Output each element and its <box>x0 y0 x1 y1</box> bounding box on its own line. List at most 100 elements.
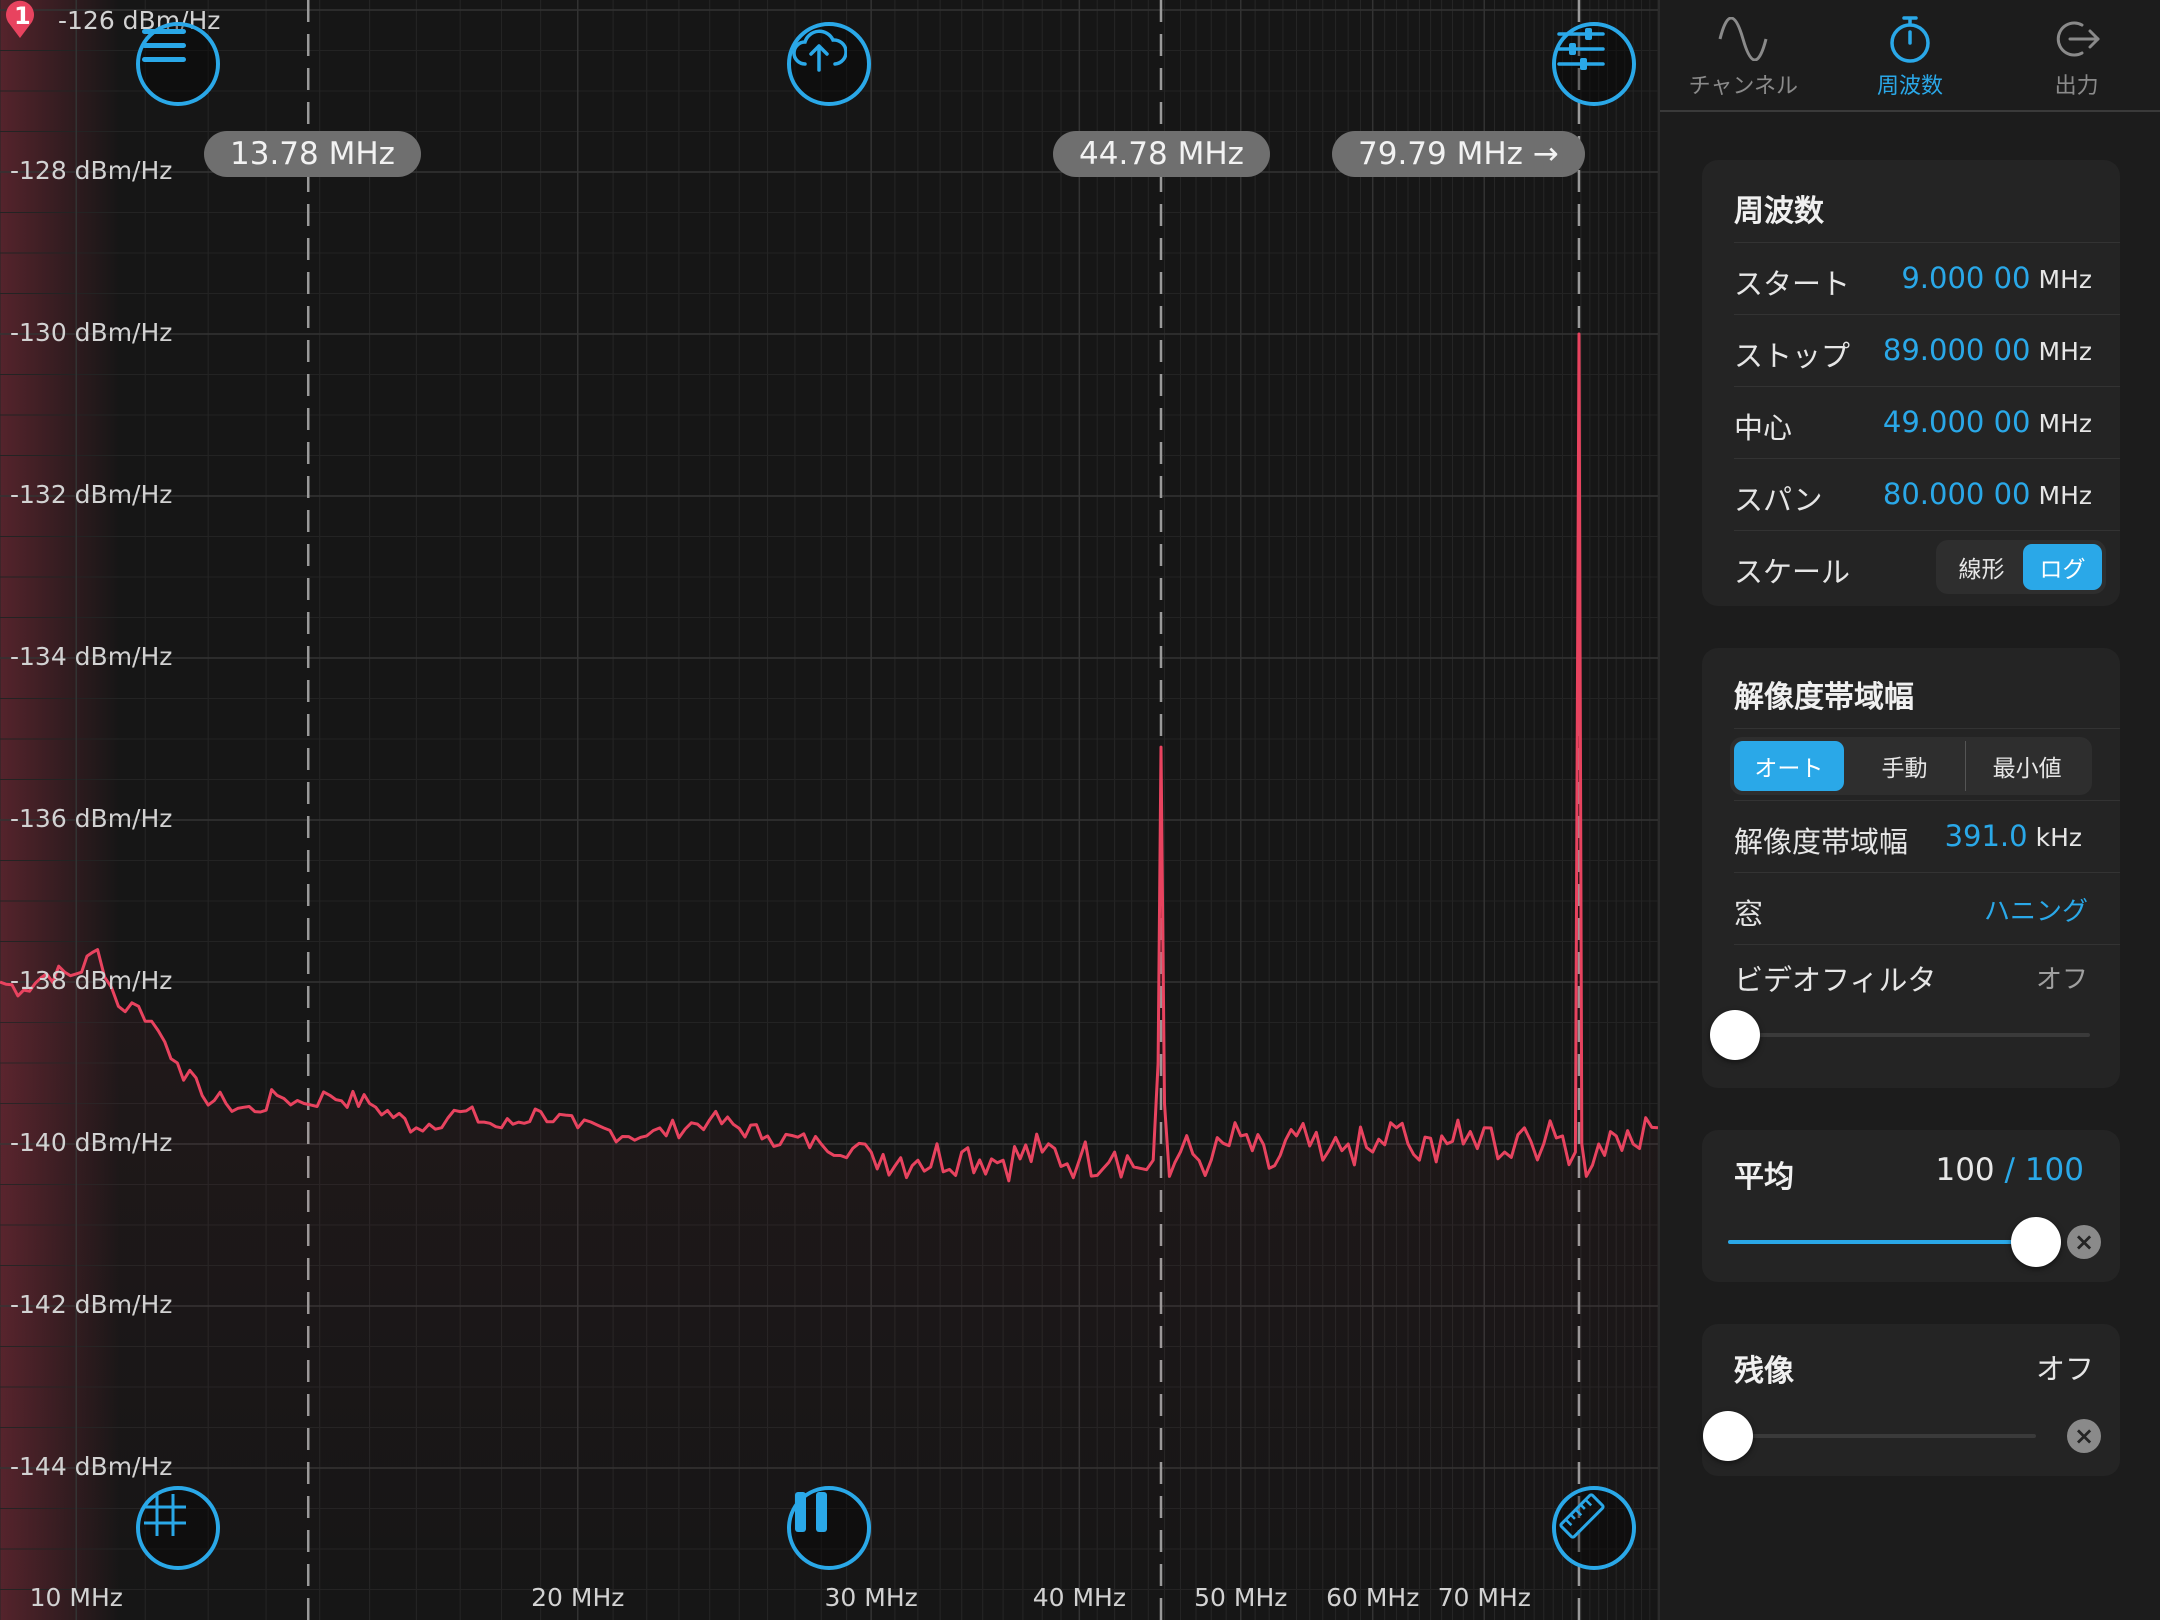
rbw-mode-row: オート 手動 最小値 <box>1730 728 2120 801</box>
average-slider-fill <box>1728 1240 2036 1244</box>
window-value[interactable]: ハニング <box>1984 891 2088 928</box>
video-filter-label: ビデオフィルタ <box>1734 963 1937 997</box>
frequency-card: 周波数 スタート 9.000 00 MHz ストップ 89.000 00 MHz 中… <box>1702 160 2120 606</box>
scale-linear-option[interactable]: 線形 <box>1940 544 2023 590</box>
x-tick-label: 30 MHz <box>824 1583 918 1612</box>
video-filter-row: ビデオフィルタ オフ <box>1710 944 2120 1085</box>
average-count: 100 / 100 <box>1935 1152 2084 1188</box>
average-max[interactable]: 100 <box>2025 1152 2084 1188</box>
start-row[interactable]: スタート 9.000 00 MHz <box>1734 242 2120 315</box>
average-reset-button[interactable]: × <box>2067 1225 2101 1259</box>
y-tick-label: -130 dBm/Hz <box>10 318 173 347</box>
center-value[interactable]: 49.000 00 <box>1883 405 2031 439</box>
y-tick-label: -142 dBm/Hz <box>10 1290 173 1319</box>
rbw-unit: kHz <box>2035 823 2082 852</box>
x-tick-label: 20 MHz <box>531 1583 625 1612</box>
average-title: 平均 <box>1734 1160 1794 1195</box>
menu-button[interactable] <box>136 22 220 106</box>
ruler-button[interactable] <box>1552 1486 1636 1570</box>
span-value[interactable]: 80.000 00 <box>1883 477 2031 511</box>
x-tick-label: 60 MHz <box>1326 1583 1420 1612</box>
y-tick-label: -144 dBm/Hz <box>10 1452 173 1481</box>
rbw-mode-auto-option[interactable]: オート <box>1734 741 1844 791</box>
start-value[interactable]: 9.000 00 <box>1901 261 2030 295</box>
center-label: 中心 <box>1734 411 1793 445</box>
panel-tabs: チャンネル 周波数 出力 <box>1660 0 2160 112</box>
menu-icon <box>142 29 186 62</box>
tab-output-label: 出力 <box>2054 74 2099 99</box>
x-tick-label: 40 MHz <box>1032 1583 1126 1612</box>
pause-icon <box>795 1492 827 1532</box>
marker-1-label[interactable]: 13.78 MHz <box>204 131 421 177</box>
stop-value[interactable]: 89.000 00 <box>1883 333 2031 367</box>
x-tick-label: 70 MHz <box>1437 1583 1531 1612</box>
persistence-title: 残像 <box>1734 1354 1794 1389</box>
rbw-label: 解像度帯域幅 <box>1734 825 1909 859</box>
sliders-icon <box>1557 28 1605 70</box>
close-icon: × <box>2073 1422 2095 1450</box>
frequency-card-title: 周波数 <box>1734 194 1824 229</box>
rbw-mode-min-option[interactable]: 最小値 <box>1965 741 2088 791</box>
spectrum-chart <box>0 0 1658 1620</box>
tab-frequency-label: 周波数 <box>1877 74 1944 99</box>
center-row[interactable]: 中心 49.000 00 MHz <box>1734 386 2120 459</box>
settings-button[interactable] <box>1552 22 1636 106</box>
y-tick-label: -134 dBm/Hz <box>10 642 173 671</box>
stop-row[interactable]: ストップ 89.000 00 MHz <box>1734 314 2120 387</box>
tab-output[interactable]: 出力 <box>1993 0 2160 110</box>
marker-badge-number: 1 <box>14 2 31 30</box>
rbw-card: 解像度帯域幅 オート 手動 最小値 解像度帯域幅 391.0 kHz 窓 ハニング… <box>1702 648 2120 1088</box>
persistence-value: オフ <box>2035 1352 2094 1386</box>
window-row[interactable]: 窓 ハニング <box>1734 872 2120 945</box>
video-filter-slider-thumb[interactable] <box>1710 1010 1760 1060</box>
window-label: 窓 <box>1734 897 1764 931</box>
span-label: スパン <box>1734 483 1823 517</box>
video-filter-value: オフ <box>2035 965 2088 995</box>
video-filter-slider-track[interactable] <box>1734 1033 2090 1037</box>
average-slider-track[interactable] <box>1728 1240 2036 1244</box>
trace-area <box>0 334 1658 1620</box>
cloud-upload-icon <box>792 29 847 72</box>
upload-button[interactable] <box>787 22 871 106</box>
scale-log-option[interactable]: ログ <box>2023 544 2102 590</box>
persistence-card: 残像 オフ × <box>1702 1324 2120 1476</box>
export-icon <box>2056 21 2100 57</box>
marker-3-label[interactable]: 79.79 MHz → <box>1332 131 1585 177</box>
rbw-value[interactable]: 391.0 <box>1945 819 2028 853</box>
y-tick-label: -128 dBm/Hz <box>10 156 173 185</box>
stopwatch-icon <box>1890 16 1930 63</box>
scale-label: スケール <box>1734 555 1851 589</box>
tab-channel-label: チャンネル <box>1688 74 1798 99</box>
stop-unit: MHz <box>2038 337 2093 366</box>
rbw-mode-segmented-control: オート 手動 最小値 <box>1730 737 2092 795</box>
x-tick-label: 10 MHz <box>29 1583 123 1612</box>
average-slider-thumb[interactable] <box>2011 1217 2061 1267</box>
persistence-slider-thumb[interactable] <box>1703 1411 1753 1461</box>
persistence-reset-button[interactable]: × <box>2067 1419 2101 1453</box>
average-separator: / <box>2004 1152 2015 1188</box>
average-card: 平均 100 / 100 × <box>1702 1130 2120 1282</box>
scale-row: スケール 線形 ログ <box>1734 530 2120 603</box>
rbw-value-row[interactable]: 解像度帯域幅 391.0 kHz <box>1734 800 2120 873</box>
stop-label: ストップ <box>1734 339 1851 373</box>
pause-button[interactable] <box>787 1486 871 1570</box>
tab-frequency[interactable]: 周波数 <box>1827 0 1994 110</box>
average-current: 100 <box>1935 1152 1995 1188</box>
span-unit: MHz <box>2038 481 2093 510</box>
y-tick-label: -140 dBm/Hz <box>10 1128 173 1157</box>
y-tick-label: -138 dBm/Hz <box>10 966 173 995</box>
tab-channel[interactable]: チャンネル <box>1660 0 1827 110</box>
rbw-mode-manual-option[interactable]: 手動 <box>1844 741 1966 791</box>
center-unit: MHz <box>2038 409 2093 438</box>
close-icon: × <box>2073 1228 2095 1256</box>
persistence-slider-track[interactable] <box>1728 1434 2036 1438</box>
scale-segmented-control: 線形 ログ <box>1936 540 2106 594</box>
start-label: スタート <box>1734 267 1851 301</box>
spectrum-trace <box>0 332 1658 1183</box>
y-tick-label: -132 dBm/Hz <box>10 480 173 509</box>
spectrum-plot[interactable]: 1 -126 dBm/Hz -128 dBm/Hz -130 dBm/Hz -132… <box>0 0 1658 1620</box>
span-row[interactable]: スパン 80.000 00 MHz <box>1734 458 2120 531</box>
start-unit: MHz <box>2038 265 2093 294</box>
marker-2-label[interactable]: 44.78 MHz <box>1053 131 1270 177</box>
grid-button[interactable] <box>136 1486 220 1570</box>
